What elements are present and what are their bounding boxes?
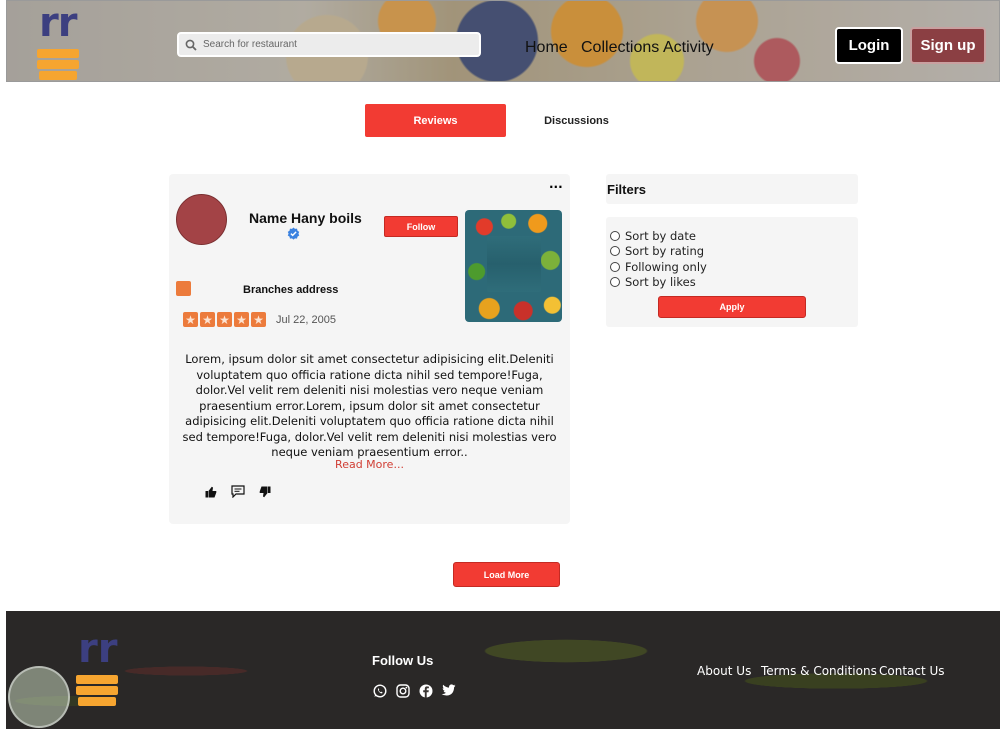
filter-option-label: Following only (625, 260, 707, 274)
filter-following-only[interactable]: Following only (610, 260, 707, 274)
login-button[interactable]: Login (835, 27, 903, 64)
more-options-icon[interactable]: ··· (549, 180, 563, 194)
whatsapp-icon[interactable] (372, 683, 387, 698)
footer-logo[interactable]: rr (76, 629, 122, 706)
tab-reviews[interactable]: Reviews (365, 104, 506, 137)
nav-home[interactable]: Home (525, 39, 568, 57)
filters-title: Filters (606, 174, 858, 204)
thumbs-down-icon[interactable] (259, 485, 271, 503)
review-date: Jul 22, 2005 (276, 314, 336, 326)
filter-option-label: Sort by date (625, 229, 696, 243)
star-icon: ★ (251, 312, 266, 327)
thumbs-up-icon[interactable] (205, 485, 217, 503)
footer: rr Follow Us About Us Terms & Conditions… (6, 611, 1000, 729)
search-input[interactable] (203, 39, 473, 50)
nav-activity[interactable]: Activity (663, 39, 714, 57)
read-more-link[interactable]: Read More... (169, 458, 570, 471)
twitter-icon[interactable] (441, 683, 456, 698)
logo-mark: rr (78, 626, 118, 672)
top-header: rr Home Collections Activity Login Sign … (6, 0, 1000, 82)
tab-discussions[interactable]: Discussions (506, 104, 647, 137)
filter-sort-by-date[interactable]: Sort by date (610, 229, 696, 243)
radio-button[interactable] (610, 231, 620, 241)
apply-button[interactable]: Apply (658, 296, 806, 318)
reviewer-name[interactable]: Name Hany boils (249, 210, 362, 226)
review-card: ··· Name Hany boils Follow Branches addr… (169, 174, 570, 524)
watermark-badge (8, 666, 70, 728)
star-icon: ★ (217, 312, 232, 327)
logo-bar (39, 71, 77, 80)
follow-us-heading: Follow Us (372, 653, 434, 668)
follow-button[interactable]: Follow (384, 216, 458, 237)
filter-option-label: Sort by likes (625, 275, 696, 289)
filter-sort-by-likes[interactable]: Sort by likes (610, 275, 696, 289)
filters-panel: Sort by date Sort by rating Following on… (606, 217, 858, 327)
logo-bar (76, 686, 118, 695)
footer-link-about-us[interactable]: About Us (697, 664, 751, 678)
radio-button[interactable] (610, 262, 620, 272)
instagram-icon[interactable] (395, 683, 410, 698)
star-rating: ★ ★ ★ ★ ★ (183, 312, 266, 327)
logo-bar (37, 60, 79, 69)
radio-button[interactable] (610, 277, 620, 287)
star-icon: ★ (234, 312, 249, 327)
logo-bar (37, 49, 79, 58)
star-icon: ★ (183, 312, 198, 327)
facebook-icon[interactable] (418, 683, 433, 698)
logo-bar (78, 697, 116, 706)
logo-bar (76, 675, 118, 684)
verified-badge-icon (287, 227, 300, 245)
search-box[interactable] (177, 32, 481, 57)
avatar[interactable] (176, 194, 227, 245)
branch-icon (176, 281, 191, 296)
comment-icon[interactable] (231, 485, 245, 503)
radio-button[interactable] (610, 246, 620, 256)
social-links (372, 683, 456, 698)
branch-address[interactable]: Branches address (243, 284, 338, 296)
review-text: Lorem, ipsum dolor sit amet consectetur … (182, 352, 557, 459)
footer-link-terms[interactable]: Terms & Conditions (761, 664, 877, 678)
logo-mark: rr (39, 0, 77, 46)
footer-link-contact-us[interactable]: Contact Us (879, 664, 945, 678)
filter-option-label: Sort by rating (625, 244, 705, 258)
signup-button[interactable]: Sign up (910, 27, 986, 64)
review-photo[interactable] (465, 210, 562, 322)
search-icon (179, 39, 203, 51)
star-icon: ★ (200, 312, 215, 327)
load-more-button[interactable]: Load More (453, 562, 560, 587)
filter-sort-by-rating[interactable]: Sort by rating (610, 244, 704, 258)
nav-collections[interactable]: Collections (581, 39, 659, 57)
review-actions (205, 485, 271, 503)
logo[interactable]: rr (37, 3, 83, 80)
